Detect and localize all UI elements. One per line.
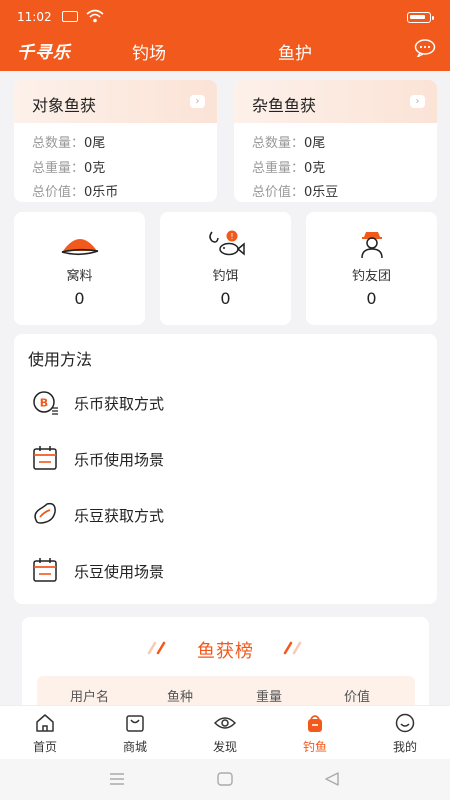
stat-angler-group[interactable]: 钓友团 0 bbox=[306, 212, 437, 325]
shop-bag-icon bbox=[126, 715, 144, 732]
misc-catch-value: 总价值：0乐豆 bbox=[252, 185, 339, 200]
usage-section: 使用方法 B 乐币获取方式 乐币使用场景 乐豆获取方式 乐豆使用场景 bbox=[14, 334, 437, 604]
calendar-icon bbox=[33, 558, 57, 582]
svg-text:B: B bbox=[40, 397, 48, 410]
back-icon[interactable] bbox=[323, 770, 341, 788]
misc-catch-title: 杂鱼鱼获 bbox=[252, 96, 317, 115]
tab-mine[interactable]: 我的 bbox=[360, 706, 450, 760]
usage-item-coin-earn[interactable]: B 乐币获取方式 bbox=[14, 382, 437, 422]
top-nav: 千寻乐 钓场 鱼护 bbox=[0, 34, 450, 71]
stat-bait-label: 窝料 bbox=[66, 269, 93, 284]
target-catch-weight: 总重量：0克 bbox=[32, 161, 106, 176]
system-navigation-bar bbox=[0, 759, 450, 800]
battery-icon bbox=[407, 12, 434, 23]
hook-fish-icon: ! bbox=[208, 230, 245, 256]
usage-item-bean-use[interactable]: 乐豆使用场景 bbox=[14, 550, 437, 590]
app-header: 11:02 千寻乐 钓场 鱼护 bbox=[0, 0, 450, 71]
tab-fish-protect[interactable]: 鱼护 bbox=[278, 39, 312, 64]
stat-angler-group-value: 0 bbox=[366, 289, 377, 308]
title-decoration-icon bbox=[283, 641, 302, 655]
bean-icon bbox=[34, 502, 56, 524]
target-catch-value: 总价值：0乐币 bbox=[32, 185, 119, 200]
usage-item-coin-use[interactable]: 乐币使用场景 bbox=[14, 438, 437, 478]
coin-icon: B bbox=[33, 391, 58, 415]
fishing-bag-icon bbox=[308, 715, 322, 732]
bottom-tab-bar: 首页 商城 发现 钓鱼 我的 bbox=[0, 705, 450, 759]
stat-bait-value: 0 bbox=[74, 289, 85, 308]
column-species: 鱼种 bbox=[167, 690, 194, 705]
ranking-title: 鱼获榜 bbox=[197, 641, 254, 662]
angler-group-icon bbox=[360, 232, 383, 259]
target-catch-header[interactable]: 对象鱼获 › bbox=[14, 80, 217, 123]
message-icon[interactable] bbox=[414, 39, 436, 57]
home-icon bbox=[36, 714, 54, 732]
tab-discover[interactable]: 发现 bbox=[180, 706, 270, 760]
calendar-icon bbox=[33, 446, 57, 470]
chevron-right-icon[interactable]: › bbox=[190, 95, 205, 108]
stat-lure-value: 0 bbox=[220, 289, 231, 308]
stat-lure-label: 钓饵 bbox=[212, 269, 239, 284]
home-button-icon[interactable] bbox=[216, 770, 234, 788]
chevron-right-icon[interactable]: › bbox=[410, 95, 425, 108]
column-username: 用户名 bbox=[70, 690, 110, 705]
tab-fishing-spots[interactable]: 钓场 bbox=[132, 39, 166, 64]
target-catch-card[interactable]: 对象鱼获 › 总数量：0尾 总重量：0克 总价值：0乐币 bbox=[14, 80, 217, 202]
wifi-icon bbox=[86, 9, 104, 23]
eye-icon bbox=[214, 717, 236, 729]
target-catch-count: 总数量：0尾 bbox=[32, 136, 106, 151]
misc-catch-count: 总数量：0尾 bbox=[252, 136, 326, 151]
misc-catch-header[interactable]: 杂鱼鱼获 › bbox=[234, 80, 437, 123]
menu-icon[interactable] bbox=[108, 770, 126, 788]
stat-bait[interactable]: 窝料 0 bbox=[14, 212, 145, 325]
column-value: 价值 bbox=[344, 690, 371, 705]
brand-logo[interactable]: 千寻乐 bbox=[17, 38, 71, 63]
status-time: 11:02 bbox=[17, 10, 52, 24]
target-catch-title: 对象鱼获 bbox=[32, 96, 97, 115]
column-weight: 重量 bbox=[256, 690, 283, 705]
stat-angler-group-label: 钓友团 bbox=[351, 269, 391, 284]
tab-home[interactable]: 首页 bbox=[0, 706, 90, 760]
misc-catch-weight: 总重量：0克 bbox=[252, 161, 326, 176]
misc-catch-card[interactable]: 杂鱼鱼获 › 总数量：0尾 总重量：0克 总价值：0乐豆 bbox=[234, 80, 437, 202]
smile-face-icon bbox=[395, 713, 415, 733]
status-bar: 11:02 bbox=[0, 0, 450, 34]
usage-item-bean-earn[interactable]: 乐豆获取方式 bbox=[14, 494, 437, 534]
svg-text:!: ! bbox=[230, 232, 233, 241]
tab-shop[interactable]: 商城 bbox=[90, 706, 180, 760]
tab-fishing[interactable]: 钓鱼 bbox=[270, 706, 360, 760]
stat-lure[interactable]: ! 钓饵 0 bbox=[160, 212, 291, 325]
mail-icon bbox=[62, 11, 78, 22]
bait-pile-icon bbox=[61, 239, 98, 256]
usage-title: 使用方法 bbox=[28, 350, 93, 369]
